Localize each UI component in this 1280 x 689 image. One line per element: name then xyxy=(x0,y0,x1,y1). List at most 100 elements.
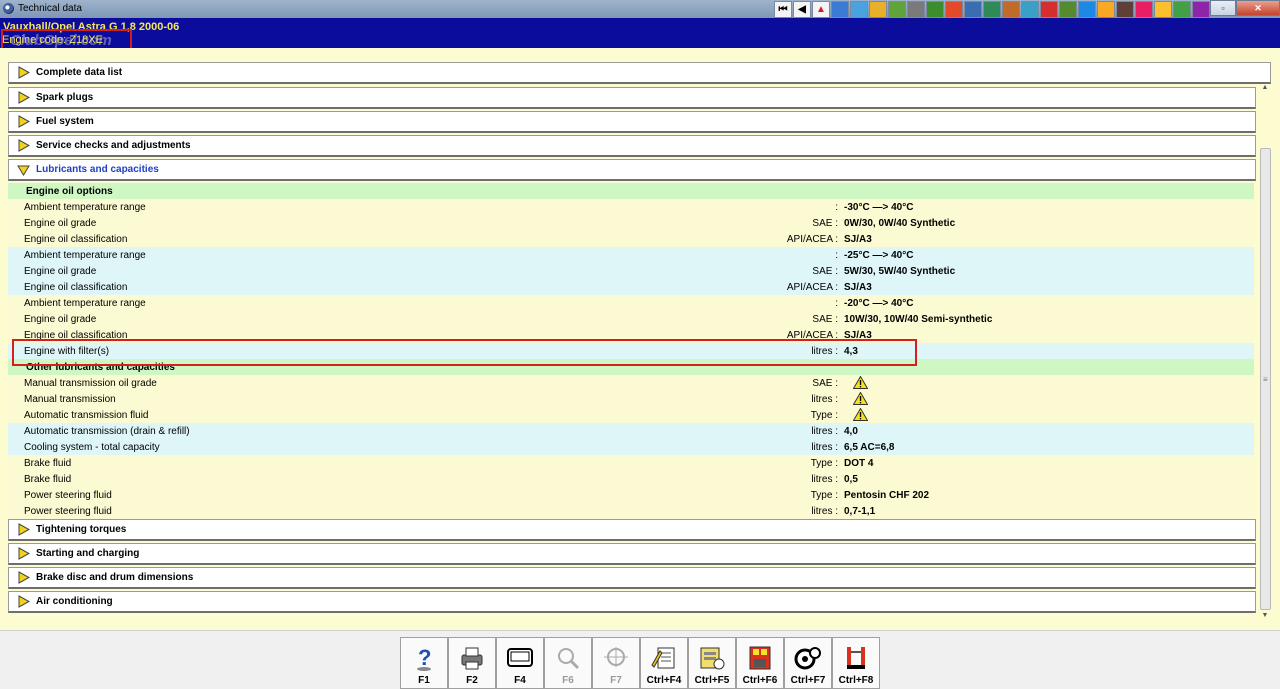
book-icon[interactable] xyxy=(964,1,982,18)
table-row: Brake fluid Type : DOT 4 xyxy=(8,455,1254,471)
fkey-ctrl-f7-button[interactable]: Ctrl+F7 xyxy=(784,637,832,689)
row-value: 0W/30, 0W/40 Synthetic xyxy=(844,217,956,229)
tools-icon[interactable] xyxy=(869,1,887,18)
row-label: Ambient temperature range xyxy=(24,297,146,309)
fkey-f2-button[interactable]: F2 xyxy=(448,637,496,689)
triangle-icon[interactable] xyxy=(1154,1,1172,18)
warning-icon[interactable]: ▲ xyxy=(812,1,830,18)
section-complete-data-list[interactable]: Complete data list xyxy=(8,62,1271,84)
fkey-label: Ctrl+F7 xyxy=(790,675,826,686)
app-icon xyxy=(3,3,14,14)
row-value: -30°C —> 40°C xyxy=(844,201,914,213)
restore-button[interactable]: ▫ xyxy=(1210,0,1236,16)
wheel-icon[interactable] xyxy=(888,1,906,18)
expand-arrow-icon xyxy=(18,595,30,608)
map-icon[interactable] xyxy=(850,1,868,18)
warning-icon[interactable] xyxy=(853,408,868,421)
fkey-ctrl-f4-button[interactable]: Ctrl+F4 xyxy=(640,637,688,689)
wrench-icon[interactable] xyxy=(1116,1,1134,18)
flag-icon[interactable] xyxy=(1097,1,1115,18)
fkey-f4-button[interactable]: F4 xyxy=(496,637,544,689)
window-controls: ▫ ✕ xyxy=(1210,0,1280,16)
row-value: -20°C —> 40°C xyxy=(844,297,914,309)
pen-icon[interactable] xyxy=(1078,1,1096,18)
scroll-grip-icon: ≡ xyxy=(1263,375,1268,384)
window-title: Technical data xyxy=(18,3,82,14)
calculator-icon xyxy=(746,645,774,671)
toolbar: ⏮ ◀ ▲ xyxy=(774,1,1210,19)
row-label: Engine oil grade xyxy=(24,265,97,277)
table-row: Automatic transmission fluid Type : xyxy=(8,407,1254,423)
row-unit: Type : xyxy=(810,457,838,469)
battery-icon[interactable] xyxy=(1040,1,1058,18)
row-unit: : xyxy=(835,201,838,213)
table-row: Ambient temperature range: -30°C —> 40°C xyxy=(8,199,1254,215)
section-starting-and-charging[interactable]: Starting and charging xyxy=(8,543,1256,565)
section-label: Starting and charging xyxy=(36,548,140,559)
fkey-label: Ctrl+F5 xyxy=(694,675,730,686)
engine-icon[interactable] xyxy=(1002,1,1020,18)
table-row: Power steering fluid litres : 0,7-1,1 xyxy=(8,503,1254,519)
scroll-up-arrow-icon[interactable]: ▲ xyxy=(1258,84,1272,98)
gauge-icon[interactable] xyxy=(926,1,944,18)
fkey-label: F1 xyxy=(418,675,430,686)
row-label: Engine oil classification xyxy=(24,233,128,245)
clock-icon[interactable] xyxy=(907,1,925,18)
expand-arrow-icon xyxy=(18,547,30,560)
fkey-ctrl-f8-button[interactable]: Ctrl+F8 xyxy=(832,637,880,689)
warning-icon[interactable] xyxy=(853,392,868,405)
row-unit: SAE : xyxy=(812,217,838,229)
fkey-f1-button[interactable]: ? F1 xyxy=(400,637,448,689)
diagram-icon[interactable] xyxy=(1059,1,1077,18)
car-icon[interactable] xyxy=(1135,1,1153,18)
table-row: Engine oil classification API/ACEA : SJ/A3 xyxy=(8,279,1254,295)
section-air-conditioning[interactable]: Air conditioning xyxy=(8,591,1256,613)
close-button[interactable]: ✕ xyxy=(1236,0,1280,16)
row-unit: API/ACEA : xyxy=(786,233,838,245)
exit-icon xyxy=(842,645,870,671)
section-service-checks[interactable]: Service checks and adjustments xyxy=(8,135,1256,157)
person-icon[interactable] xyxy=(983,1,1001,18)
fkey-f7-button[interactable]: F7 xyxy=(592,637,640,689)
vehicle-header: Vauxhall/Opel Astra G 1,8 2000-06 ClubOp… xyxy=(0,18,1280,49)
detail-icon xyxy=(554,645,582,671)
expand-arrow-icon xyxy=(18,571,30,584)
section-label: Lubricants and capacities xyxy=(36,164,159,175)
prev-icon[interactable]: ◀ xyxy=(793,1,811,18)
row-value: 5W/30, 5W/40 Synthetic xyxy=(844,265,956,277)
fkey-ctrl-f5-button[interactable]: Ctrl+F5 xyxy=(688,637,736,689)
row-value: 0,5 xyxy=(844,473,858,485)
first-icon[interactable]: ⏮ xyxy=(774,1,792,18)
section-fuel-system[interactable]: Fuel system xyxy=(8,111,1256,133)
settings-icon xyxy=(794,645,822,671)
table-row: Engine oil grade SAE : 0W/30, 0W/40 Synthe… xyxy=(8,215,1254,231)
row-unit: Type : xyxy=(810,489,838,501)
row-label: Power steering fluid xyxy=(24,489,112,501)
section-lubricants-and-capacities[interactable]: Lubricants and capacities xyxy=(8,159,1256,181)
row-label: Engine oil classification xyxy=(24,281,128,293)
section-spark-plugs[interactable]: Spark plugs xyxy=(8,87,1256,109)
zoom-icon xyxy=(602,645,630,671)
row-label: Automatic transmission fluid xyxy=(24,409,149,421)
section-label: Service checks and adjustments xyxy=(36,140,191,151)
warning-icon[interactable] xyxy=(853,376,868,389)
fkey-label: F2 xyxy=(466,675,478,686)
table-row: Ambient temperature range: -25°C —> 40°C xyxy=(8,247,1254,263)
vertical-scrollbar[interactable]: ▲ ≡ ▼ xyxy=(1258,84,1272,626)
fkey-ctrl-f6-button[interactable]: Ctrl+F6 xyxy=(736,637,784,689)
scroll-down-arrow-icon[interactable]: ▼ xyxy=(1258,612,1272,626)
row-unit: : xyxy=(835,249,838,261)
table-row: Automatic transmission (drain & refill) l… xyxy=(8,423,1254,439)
vehicle-icon[interactable] xyxy=(831,1,849,18)
expand-arrow-icon xyxy=(18,523,30,536)
module-icon[interactable] xyxy=(1192,1,1210,18)
scroll-thumb[interactable]: ≡ xyxy=(1260,148,1271,610)
fkey-f6-button[interactable]: F6 xyxy=(544,637,592,689)
section-brake-disc-drum[interactable]: Brake disc and drum dimensions xyxy=(8,567,1256,589)
help-icon: ? xyxy=(410,645,438,671)
chart-icon[interactable] xyxy=(945,1,963,18)
row-value: DOT 4 xyxy=(844,457,874,469)
section-tightening-torques[interactable]: Tightening torques xyxy=(8,519,1256,541)
fan-icon[interactable] xyxy=(1021,1,1039,18)
globe-icon[interactable] xyxy=(1173,1,1191,18)
